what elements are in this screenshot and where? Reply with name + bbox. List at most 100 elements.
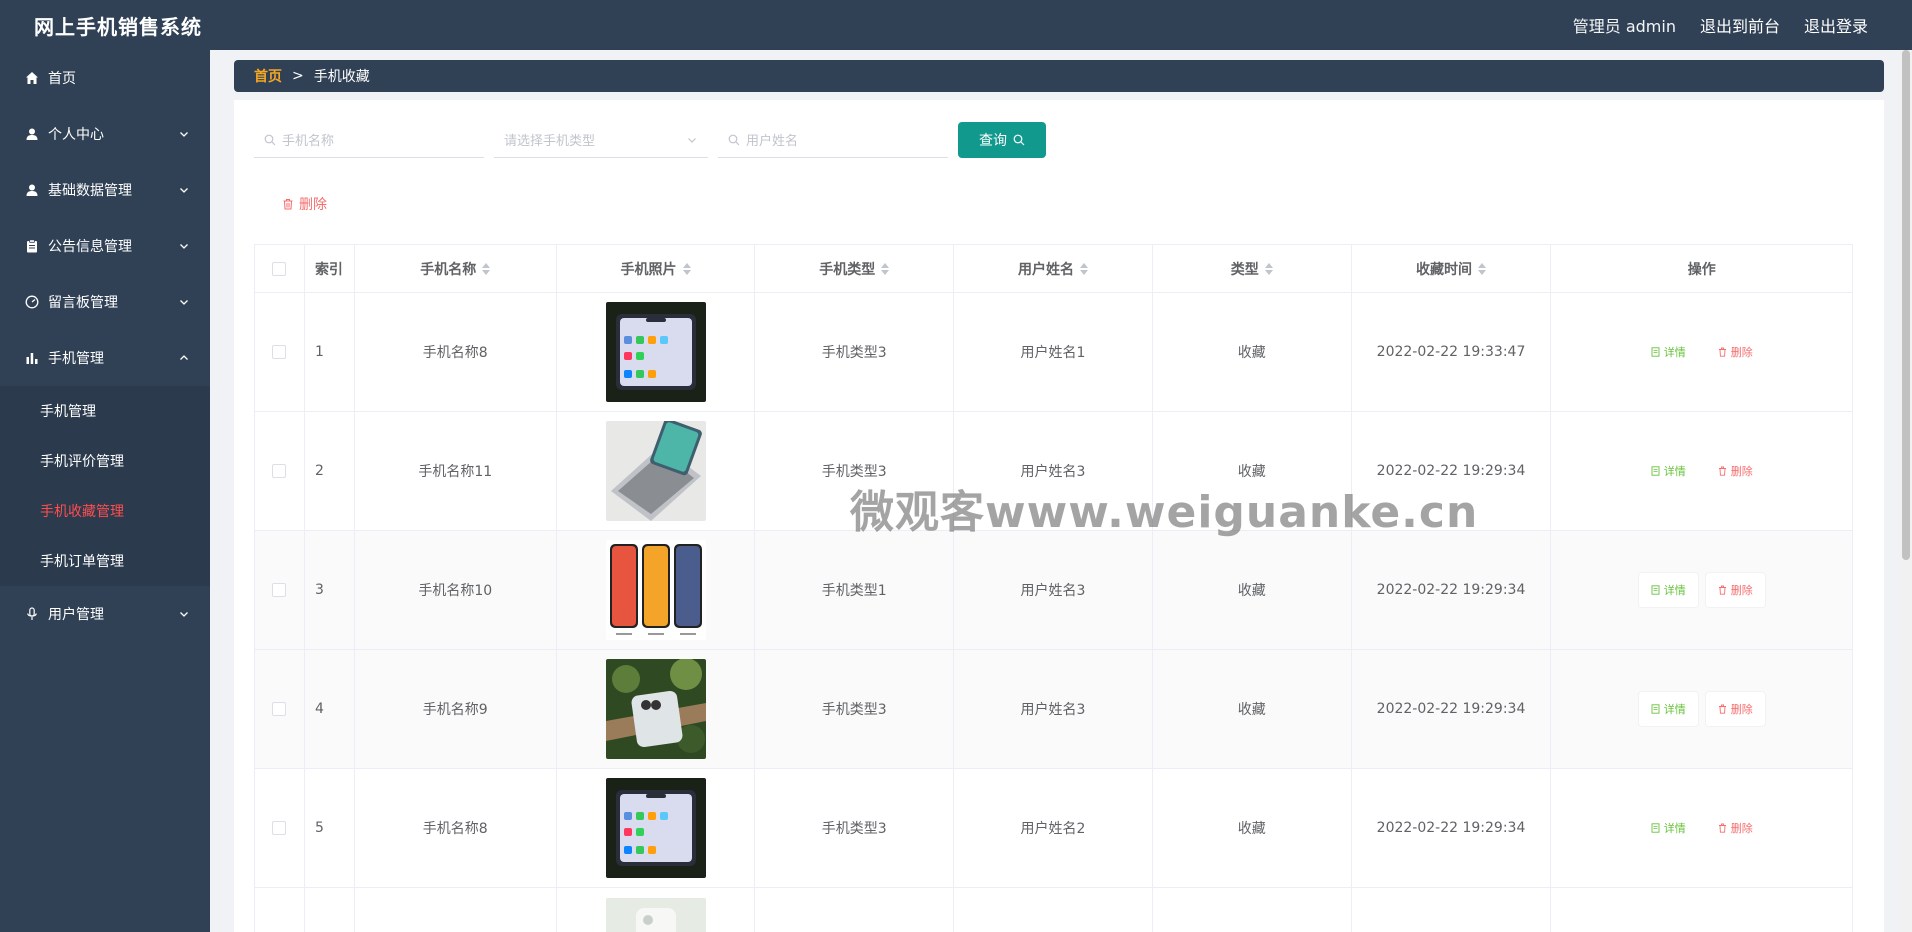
breadcrumb-home-link[interactable]: 首页 — [254, 66, 282, 86]
detail-label: 详情 — [1663, 822, 1686, 835]
favorites-table: 索引 手机名称 手机照片 手机类型 用户姓名 类型 收藏时间 操作 1 手机名称… — [254, 244, 1853, 932]
trash-icon — [1718, 466, 1726, 476]
batch-delete-button[interactable]: 删除 — [282, 194, 327, 214]
table-row: 2 手机名称11 手机类型3 用户姓名3 收藏 2022-02-22 19:29… — [255, 412, 1852, 531]
header-kind[interactable]: 类型 — [1153, 245, 1352, 292]
cell-user-name: 用户姓名3 — [954, 531, 1153, 649]
sort-icon[interactable] — [1264, 262, 1273, 275]
sidebar-subitem-phone-favorites[interactable]: 手机收藏管理 — [0, 486, 210, 536]
chevron-down-icon — [180, 612, 188, 617]
row-checkbox[interactable] — [272, 583, 287, 597]
sidebar-item-message-board[interactable]: 留言板管理 — [0, 274, 210, 330]
header-actions: 管理员 admin 退出到前台 退出登录 — [1549, 13, 1912, 37]
chevron-down-icon — [180, 188, 188, 193]
cell-user-name: 用户姓名2 — [954, 769, 1153, 887]
delete-label: 删除 — [1730, 346, 1753, 359]
delete-button[interactable]: 删除 — [1705, 692, 1765, 726]
header-label: 手机照片 — [620, 261, 677, 278]
vertical-scrollbar[interactable] — [1900, 50, 1912, 932]
detail-button[interactable]: 详情 — [1639, 454, 1698, 488]
phone-photo[interactable] — [605, 659, 706, 759]
cell-kind: 收藏 — [1153, 412, 1352, 530]
sort-icon[interactable] — [881, 262, 890, 275]
phone-photo[interactable] — [605, 302, 706, 402]
header-user-name[interactable]: 用户姓名 — [954, 245, 1153, 292]
admin-label: 管理员 admin — [1572, 17, 1676, 36]
row-checkbox[interactable] — [272, 821, 287, 835]
bar-chart-icon — [24, 350, 40, 366]
header-phone-photo[interactable]: 手机照片 — [557, 245, 756, 292]
phone-photo[interactable] — [605, 778, 706, 878]
detail-button[interactable]: 详情 — [1639, 335, 1698, 369]
detail-button[interactable]: 详情 — [1638, 692, 1698, 726]
row-checkbox[interactable] — [272, 702, 287, 716]
row-checkbox[interactable] — [272, 464, 287, 478]
delete-button[interactable]: 删除 — [1705, 573, 1765, 607]
logout-link[interactable]: 退出登录 — [1804, 13, 1868, 37]
user-icon — [24, 182, 40, 198]
header-label: 用户姓名 — [1018, 261, 1075, 278]
table-row: 4 手机名称9 手机类型3 用户姓名3 收藏 2022-02-22 19:29:… — [255, 650, 1852, 769]
cell-phone-name: 手机名称9 — [355, 650, 557, 768]
detail-label: 详情 — [1663, 346, 1686, 359]
sidebar-item-personal-center[interactable]: 个人中心 — [0, 106, 210, 162]
sort-icon[interactable] — [1080, 262, 1089, 275]
row-checkbox[interactable] — [272, 345, 287, 359]
phone-type-placeholder: 请选择手机类型 — [504, 134, 596, 149]
breadcrumb-current: 手机收藏 — [313, 69, 370, 85]
cell-phone-type: 手机类型1 — [755, 531, 955, 649]
phone-photo[interactable] — [605, 421, 706, 521]
sidebar-subitem-phone-reviews[interactable]: 手机评价管理 — [0, 436, 210, 486]
select-all-checkbox[interactable] — [272, 261, 287, 276]
cell-kind: 收藏 — [1153, 650, 1352, 768]
cell-index: 3 — [305, 531, 355, 649]
query-button[interactable]: 查询 — [958, 122, 1046, 158]
chevron-down-icon — [688, 138, 696, 143]
sidebar-item-home[interactable]: 首页 — [0, 50, 210, 106]
main-content: 首页 > 手机收藏 手机名称 请选择手机类型 用户姓名 查询 删除 索引 手机名… — [210, 50, 1900, 932]
detail-label: 详情 — [1663, 584, 1686, 597]
cell-favorite-time: 2022-02-22 19:29:34 — [1352, 412, 1552, 530]
cell-favorite-time: 2022-02-22 19:33:47 — [1352, 293, 1552, 411]
header-phone-type[interactable]: 手机类型 — [755, 245, 955, 292]
trash-icon — [1718, 347, 1726, 357]
header-phone-name[interactable]: 手机名称 — [355, 245, 557, 292]
header-favorite-time[interactable]: 收藏时间 — [1352, 245, 1552, 292]
batch-delete-label: 删除 — [299, 197, 327, 213]
delete-button[interactable]: 删除 — [1706, 454, 1765, 488]
cell-user-name: 用户姓名3 — [954, 650, 1153, 768]
trash-icon — [1718, 585, 1726, 595]
top-header: 网上手机销售系统 管理员 admin 退出到前台 退出登录 — [0, 0, 1912, 50]
header-label: 手机类型 — [819, 261, 876, 278]
user-icon — [24, 126, 40, 142]
phone-photo[interactable] — [605, 540, 706, 640]
sidebar-item-announcements[interactable]: 公告信息管理 — [0, 218, 210, 274]
sidebar-item-phone-management[interactable]: 手机管理 — [0, 330, 210, 386]
user-name-search-input[interactable]: 用户姓名 — [718, 122, 948, 158]
sort-icon[interactable] — [682, 262, 691, 275]
document-icon — [1651, 585, 1660, 595]
sort-icon[interactable] — [1478, 262, 1487, 275]
phone-photo[interactable] — [605, 898, 706, 932]
cell-actions: 详情 删除 — [1551, 650, 1852, 768]
detail-button[interactable]: 详情 — [1638, 573, 1698, 607]
detail-button[interactable]: 详情 — [1639, 811, 1698, 845]
delete-button[interactable]: 删除 — [1706, 811, 1765, 845]
cell-user-name: 用户姓名1 — [954, 293, 1153, 411]
sidebar-item-user-management[interactable]: 用户管理 — [0, 586, 210, 642]
sort-icon[interactable] — [482, 262, 491, 275]
document-icon — [1651, 704, 1660, 714]
exit-to-front-link[interactable]: 退出到前台 — [1700, 13, 1780, 37]
cell-favorite-time: 2022-02-22 19:29:34 — [1352, 769, 1552, 887]
phone-type-select[interactable]: 请选择手机类型 — [494, 122, 708, 158]
sidebar-subitem-phones[interactable]: 手机管理 — [0, 386, 210, 436]
sidebar-item-basic-data[interactable]: 基础数据管理 — [0, 162, 210, 218]
sidebar-item-label: 首页 — [48, 71, 76, 87]
sidebar-subitem-phone-orders[interactable]: 手机订单管理 — [0, 536, 210, 586]
content-panel: 手机名称 请选择手机类型 用户姓名 查询 删除 索引 手机名称 手机照片 手机类… — [234, 100, 1884, 932]
trash-icon — [283, 199, 293, 210]
phone-name-search-input[interactable]: 手机名称 — [254, 122, 484, 158]
scrollbar-thumb[interactable] — [1902, 50, 1910, 560]
delete-button[interactable]: 删除 — [1706, 335, 1765, 369]
sidebar-item-label: 公告信息管理 — [48, 239, 132, 255]
